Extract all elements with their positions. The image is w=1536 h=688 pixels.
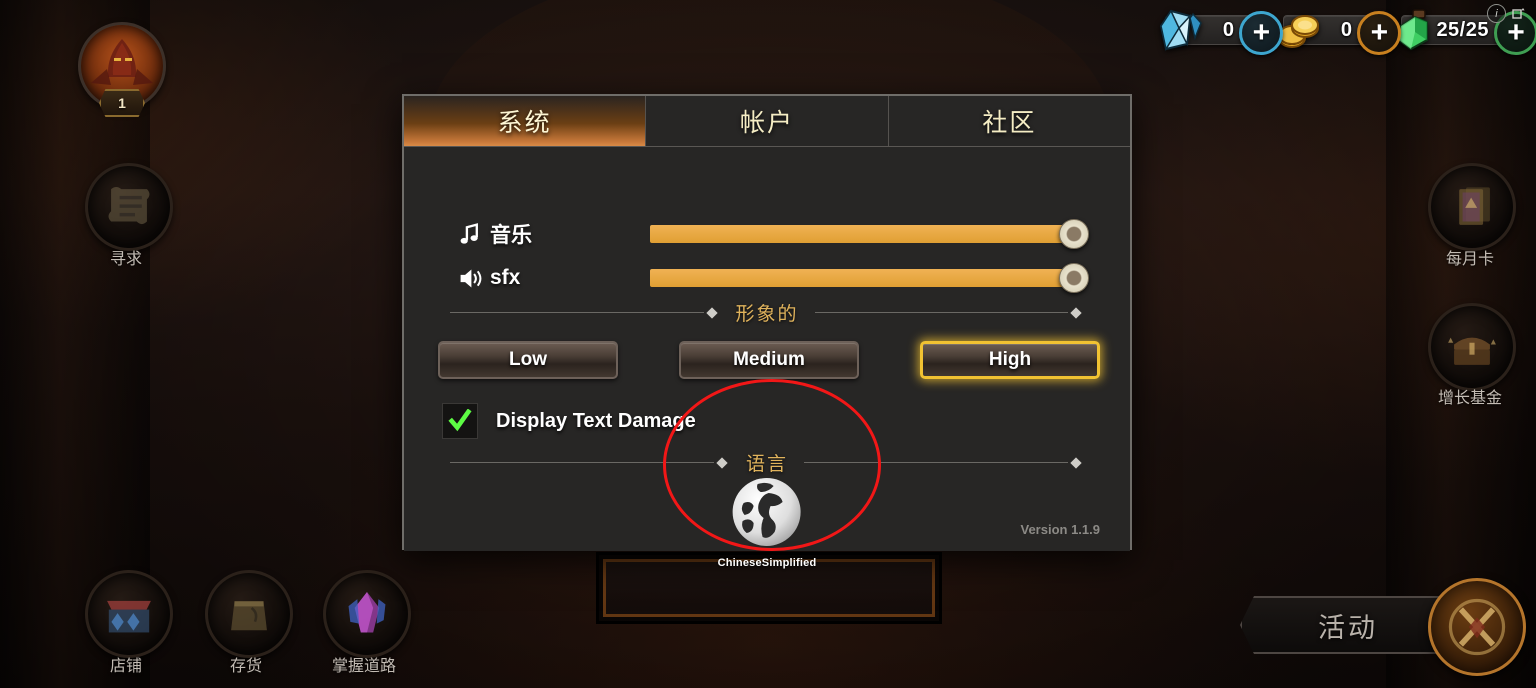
display-text-damage-label: Display Text Damage xyxy=(496,409,696,432)
music-label: 音乐 xyxy=(490,224,532,247)
checkmark-icon xyxy=(448,409,472,432)
tab-system[interactable]: 系统 xyxy=(404,96,646,146)
tab-account-label: 帐户 xyxy=(739,109,794,137)
nav-item-mastery-path[interactable] xyxy=(323,570,411,658)
energy-info-icon[interactable]: i xyxy=(1487,4,1506,23)
divider-diamond-right xyxy=(1070,306,1082,319)
add-energy-plus-icon: + xyxy=(1507,16,1525,49)
language-current-value: ChineseSimplified xyxy=(717,557,817,569)
setting-music-volume: 音乐 xyxy=(450,217,1100,251)
nav-item-shop-label: 店铺 xyxy=(109,658,142,675)
quality-low-button[interactable]: Low xyxy=(438,341,618,379)
sidebar-item-monthly-card[interactable] xyxy=(1428,163,1516,251)
currency-gem: 0 + xyxy=(1160,6,1284,55)
quality-medium-label: Medium xyxy=(733,349,805,370)
music-note-icon xyxy=(450,221,490,248)
crystal-icon xyxy=(348,592,386,633)
quality-medium-button[interactable]: Medium xyxy=(679,341,859,379)
crossed-swords-glyph xyxy=(1448,598,1506,656)
sidebar-item-monthly-card-label: 每月卡 xyxy=(1445,251,1494,268)
currency-energy-value: 25/25 xyxy=(1436,18,1489,41)
settings-body: 音乐 sfx 形象的 Low Medium High Display Text … xyxy=(404,147,1130,569)
sidebar-item-quest-label: 寻求 xyxy=(109,251,142,268)
speaker-icon xyxy=(450,265,490,292)
music-volume-knob[interactable] xyxy=(1059,219,1089,249)
setting-sfx-volume: sfx xyxy=(450,261,1100,295)
language-section-title: 语言 xyxy=(746,454,789,475)
tab-account[interactable]: 帐户 xyxy=(645,96,887,146)
music-volume-slider[interactable] xyxy=(650,219,1089,249)
setting-display-text-damage: Display Text Damage xyxy=(442,403,696,439)
settings-dialog: 系统 帐户 社区 音乐 sfx 形象的 Low Medium High Disp… xyxy=(402,94,1132,569)
nav-item-shop[interactable] xyxy=(85,570,173,658)
avatar-level-badge: 1 xyxy=(99,89,145,117)
lang-divider-line-left xyxy=(450,462,714,463)
graphics-section-divider: 形象的 xyxy=(450,299,1084,326)
settings-tab-bar: 系统 帐户 社区 xyxy=(404,96,1130,147)
events-button[interactable]: 活动 xyxy=(1240,596,1456,654)
sfx-volume-slider[interactable] xyxy=(650,263,1089,293)
sidebar-item-growth-fund[interactable] xyxy=(1428,303,1516,391)
currency-gold-value: 0 xyxy=(1340,18,1353,41)
gem-icon xyxy=(1160,9,1203,51)
treasure-chest-icon xyxy=(1448,337,1496,365)
display-text-damage-checkbox[interactable] xyxy=(442,403,478,439)
quality-high-label: High xyxy=(988,349,1032,370)
lang-divider-diamond-left xyxy=(716,456,728,469)
add-gold-plus-icon: + xyxy=(1370,16,1389,49)
events-button-label: 活动 xyxy=(1318,612,1378,643)
tab-community[interactable]: 社区 xyxy=(887,96,1130,146)
sfx-label: sfx xyxy=(490,266,521,289)
nav-item-mastery-path-label: 掌握道路 xyxy=(331,658,396,675)
divider-line-left xyxy=(450,312,704,313)
monthly-card-icon xyxy=(1459,187,1490,225)
quality-high-button[interactable]: High xyxy=(920,341,1100,379)
shop-icon xyxy=(107,600,151,633)
currency-gold: 0 + xyxy=(1278,6,1402,55)
tab-system-label: 系统 xyxy=(497,109,552,137)
tab-community-label: 社区 xyxy=(982,109,1037,137)
sfx-volume-knob[interactable] xyxy=(1059,263,1089,293)
currency-bar: 0 + 0 + 25/25 i + xyxy=(1160,4,1536,55)
sidebar-item-growth-fund-label: 增长基金 xyxy=(1437,390,1502,407)
graphics-section-title: 形象的 xyxy=(735,304,799,325)
lang-divider-diamond-right xyxy=(1070,456,1082,469)
quality-low-label: Low xyxy=(509,349,547,370)
language-section-divider: 语言 xyxy=(450,449,1084,476)
music-volume-fill xyxy=(650,225,1074,243)
nav-item-inventory-label: 存货 xyxy=(229,658,262,675)
currency-gem-value: 0 xyxy=(1222,18,1235,41)
sfx-volume-fill xyxy=(650,269,1074,287)
add-gem-plus-icon: + xyxy=(1252,16,1271,49)
energy-bonus-icon xyxy=(1512,8,1525,19)
inventory-bag-icon xyxy=(231,601,267,631)
version-label: Version 1.1.9 xyxy=(1020,522,1101,537)
divider-diamond-left xyxy=(705,306,718,319)
graphics-quality-options: Low Medium High xyxy=(438,341,1100,379)
nav-item-inventory[interactable] xyxy=(205,570,293,658)
currency-energy: 25/25 i + xyxy=(1398,4,1536,55)
language-selector-button[interactable]: ChineseSimplified xyxy=(718,473,817,569)
sidebar-item-quest[interactable] xyxy=(85,163,173,251)
lang-divider-line-right xyxy=(804,462,1069,463)
globe-icon xyxy=(732,478,801,546)
divider-line-right xyxy=(814,312,1069,313)
scroll-icon xyxy=(108,186,150,225)
crossed-swords-icon[interactable] xyxy=(1428,578,1526,676)
